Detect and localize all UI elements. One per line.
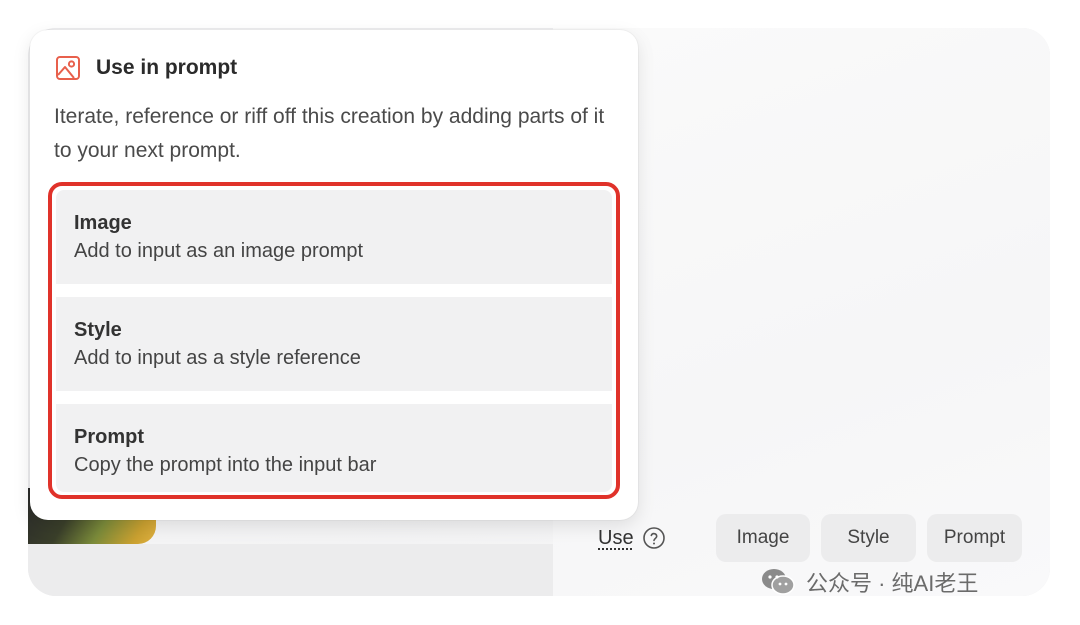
options-list: Image Add to input as an image prompt St… xyxy=(48,182,620,499)
bottom-strip xyxy=(28,544,553,596)
option-subtitle: Add to input as a style reference xyxy=(74,347,361,369)
watermark-text: 公众号 · 纯AI老王 xyxy=(806,571,979,596)
image-button[interactable]: Image xyxy=(716,514,810,562)
question-circle-icon[interactable] xyxy=(642,526,666,550)
watermark: 公众号 · 纯AI老王 xyxy=(760,566,978,598)
style-button[interactable]: Style xyxy=(821,514,916,562)
use-in-prompt-popover: Use in prompt Iterate, reference or riff… xyxy=(30,30,638,520)
option-subtitle: Copy the prompt into the input bar xyxy=(74,454,377,476)
popover-description: Iterate, reference or riff off this crea… xyxy=(54,105,605,162)
prompt-button[interactable]: Prompt xyxy=(927,514,1022,562)
use-label[interactable]: Use xyxy=(598,527,634,550)
option-title: Image xyxy=(74,212,132,234)
image-icon xyxy=(56,56,80,80)
option-prompt[interactable]: Prompt Copy the prompt into the input ba… xyxy=(56,404,612,492)
option-title: Prompt xyxy=(74,426,144,448)
option-image[interactable]: Image Add to input as an image prompt xyxy=(56,190,612,284)
option-title: Style xyxy=(74,319,122,341)
use-row: Use xyxy=(598,526,666,550)
popover-title: Use in prompt xyxy=(96,56,238,79)
popover-header: Use in prompt xyxy=(54,54,237,82)
option-subtitle: Add to input as an image prompt xyxy=(74,240,364,262)
wechat-icon xyxy=(762,569,795,595)
option-style[interactable]: Style Add to input as a style reference xyxy=(56,297,612,391)
